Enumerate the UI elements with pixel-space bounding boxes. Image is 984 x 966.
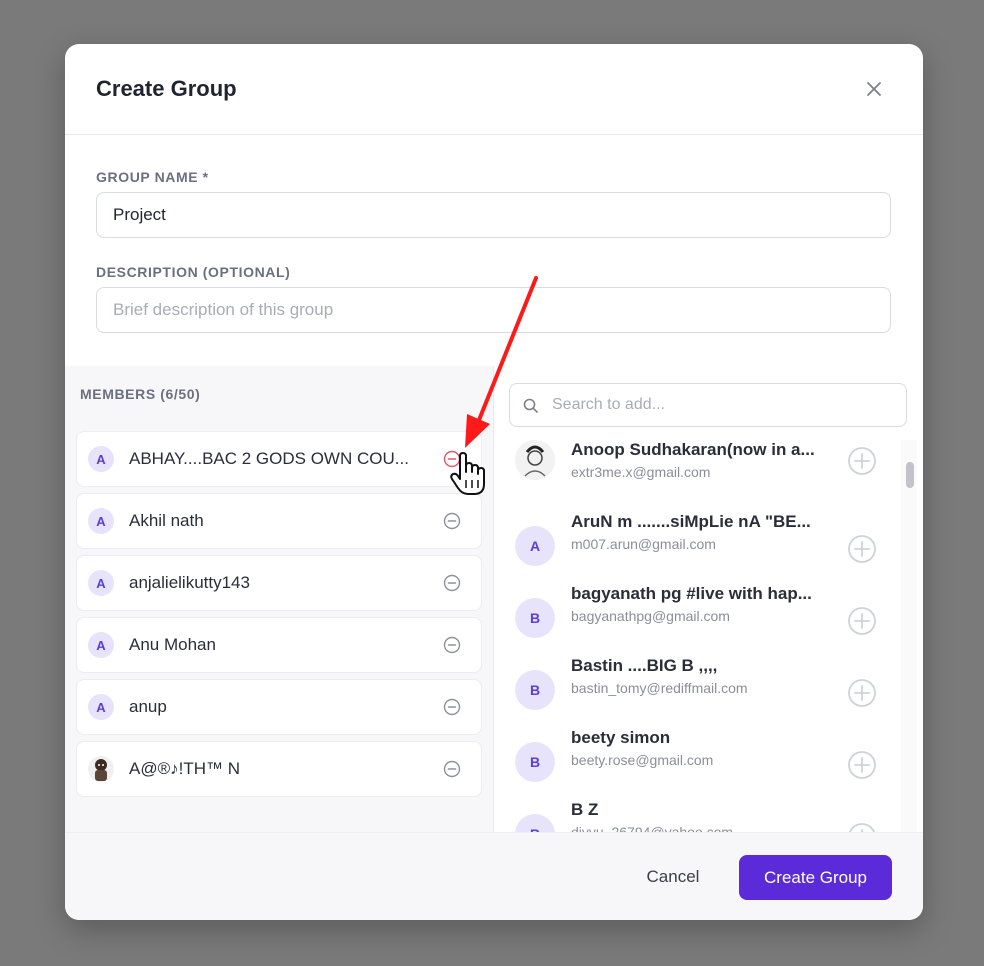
annotation-arrow [465,276,538,448]
hand-pointer-icon [450,452,485,495]
